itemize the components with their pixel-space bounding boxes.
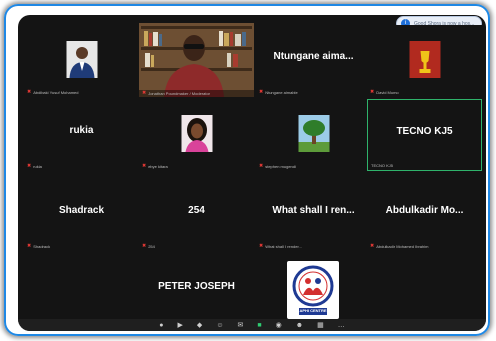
participant-name: What shall I ren... [272, 205, 355, 216]
participant-label: What shall I render... [265, 244, 302, 249]
mic-off-icon: ✖ [259, 243, 264, 249]
participant-label: ebye kitara [148, 164, 168, 169]
security-icon[interactable]: ◆ [197, 322, 202, 329]
participant-tile[interactable]: Shadrack ✖ Shadrack [24, 179, 139, 251]
participant-name: Ntungane aima... [273, 51, 354, 62]
participant-photo [181, 115, 212, 152]
participant-label: rukia [33, 164, 42, 169]
video-icon[interactable]: ▶ [178, 322, 183, 329]
mic-off-icon: ✖ [142, 163, 147, 169]
active-speaker-tile[interactable]: TECNO KJ5 TECNO KJ5 [367, 99, 482, 171]
participant-tile[interactable]: PETER JOSEPH ✖PETER JOSEPH [139, 255, 254, 327]
participant-photo [66, 41, 97, 78]
share-screen-icon[interactable]: ■ [257, 322, 261, 329]
meeting-toolbar: ● ▶ ◆ ☺ ✉ ■ ◉ ☻ ▦ … [18, 319, 486, 331]
record-icon[interactable]: ◉ [276, 322, 282, 329]
participant-label: Shadrack [33, 244, 51, 249]
participant-tile[interactable]: APHI CENTRE APHI CENTRE [256, 255, 371, 327]
participant-photo [409, 41, 440, 78]
mic-off-icon: ✖ [370, 243, 375, 249]
participant-label: stephen mugendi [265, 164, 296, 169]
mic-off-icon: ✖ [142, 243, 147, 249]
chat-icon[interactable]: ✉ [237, 322, 243, 329]
participants-icon[interactable]: ☺ [216, 322, 223, 329]
mic-off-icon: ✖ [259, 163, 264, 169]
logo-text: APHI CENTRE [299, 308, 327, 313]
participant-label: Abdibaki Yusuf Mohamed [33, 90, 79, 95]
more-icon[interactable]: … [338, 322, 345, 329]
video-frame [139, 23, 254, 97]
apps-icon[interactable]: ▦ [317, 322, 324, 329]
participant-name: PETER JOSEPH [158, 281, 235, 292]
participant-tile[interactable]: ✖ Abdibaki Yusuf Mohamed [24, 25, 139, 97]
participant-name: rukia [69, 125, 94, 136]
mic-off-icon: ✖ [259, 89, 264, 95]
participant-tile[interactable]: ✖ David Mumo [367, 25, 482, 97]
mic-icon[interactable]: ● [159, 322, 163, 329]
mic-off-icon: ✖ [27, 243, 32, 249]
participant-name: 254 [188, 205, 205, 216]
participant-tile[interactable]: Abdulkadir Mo... ✖ Abdulkadir Mohamed Ibr… [367, 179, 482, 251]
participant-tile[interactable]: What shall I ren... ✖ What shall I render… [256, 179, 371, 251]
mic-off-icon: ✖ [27, 163, 32, 169]
zoom-gallery-view: i Good Shora is now a hos... ✖ Abdibaki Y… [18, 15, 486, 331]
reactions-icon[interactable]: ☻ [296, 322, 303, 329]
participant-name: Shadrack [58, 205, 105, 216]
participant-label: Jonathan Poundmaker / Moderator [148, 91, 211, 96]
mic-off-icon: ✖ [370, 89, 375, 95]
participant-tile[interactable]: ✖ stephen mugendi [256, 99, 371, 171]
mic-off-icon: ✖ [142, 90, 147, 96]
participant-name: TECNO KJ5 [396, 126, 453, 137]
participant-label: David Mumo [376, 90, 399, 95]
participant-label: TECNO KJ5 [371, 163, 394, 168]
participant-photo [298, 115, 329, 152]
participant-tile[interactable]: ✖ ebye kitara [139, 99, 254, 171]
participant-label: 254 [148, 244, 155, 249]
mic-off-icon: ✖ [27, 89, 32, 95]
participant-tile[interactable]: Ntungane aima... ✖ Ntungane aimable [256, 25, 371, 97]
participant-tile[interactable]: 254 ✖ 254 [139, 179, 254, 251]
participant-tile[interactable]: rukia ✖ rukia [24, 99, 139, 171]
active-speaker-video[interactable]: ✖ Jonathan Poundmaker / Moderator [139, 23, 254, 97]
participant-label: Abdulkadir Mohamed Ibrahim [376, 244, 429, 249]
participant-name: Abdulkadir Mo... [385, 205, 464, 216]
screenshot-frame: i Good Shora is now a hos... ✖ Abdibaki Y… [4, 4, 490, 336]
participant-label: Ntungane aimable [265, 90, 298, 95]
